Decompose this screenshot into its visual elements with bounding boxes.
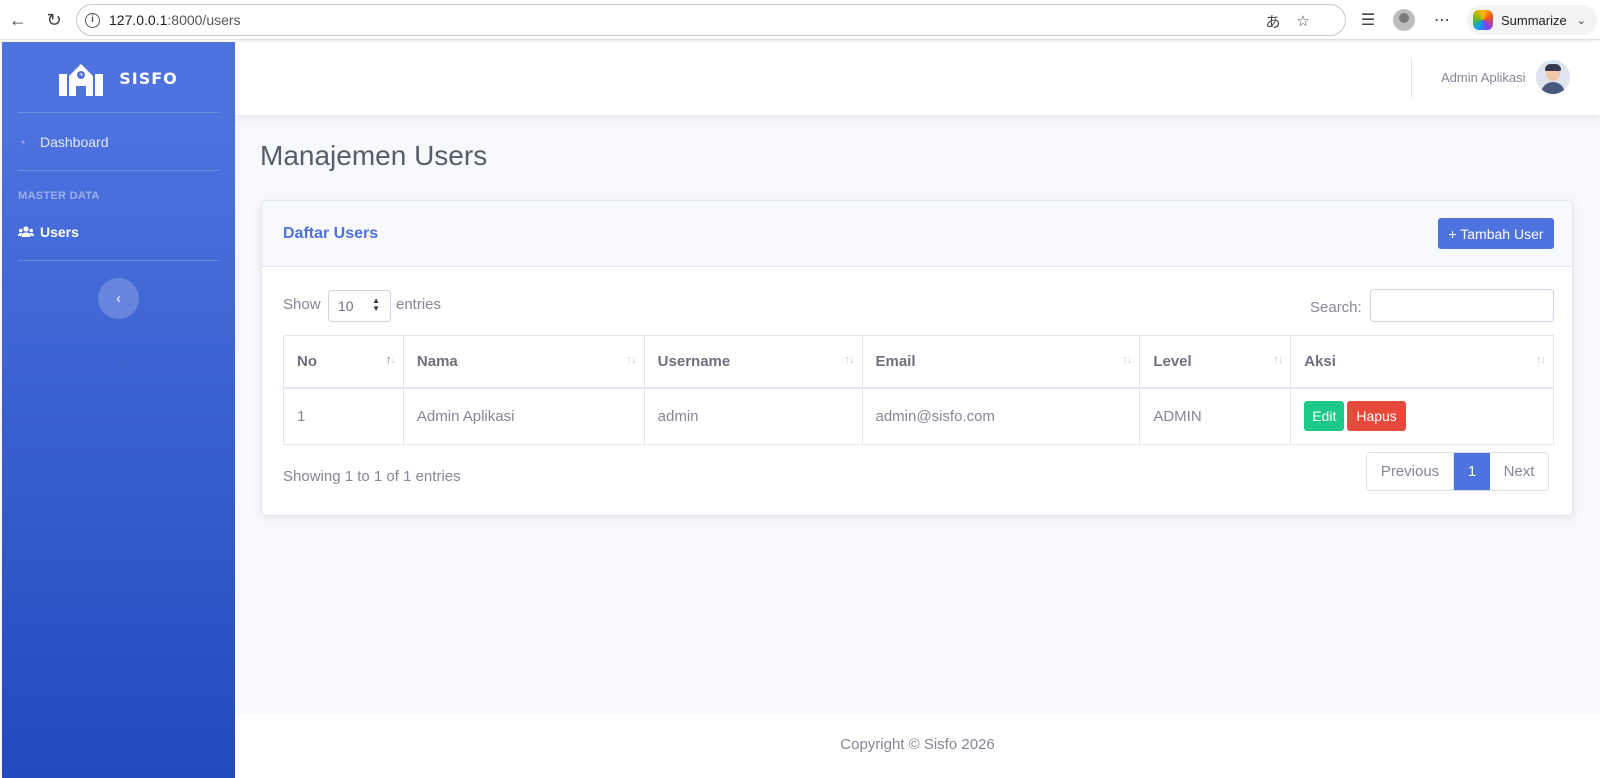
school-building-icon — [59, 63, 104, 96]
sidebar-divider — [18, 112, 219, 113]
entries-length-select[interactable]: 10 ▲ ▼ — [328, 290, 391, 322]
entries-label: entries — [396, 296, 442, 313]
sort-icon: ↑↓ — [1122, 354, 1132, 366]
users-icon — [18, 226, 34, 237]
chevron-down-icon[interactable]: ⌄ — [1577, 14, 1586, 27]
sidebar-divider — [18, 260, 219, 261]
sidebar-brand[interactable]: SISFO — [2, 42, 235, 115]
cell-nama: Admin Aplikasi — [402, 387, 645, 445]
reload-icon[interactable]: ↻ — [42, 8, 66, 32]
favorite-star-icon[interactable]: ☆ — [1293, 11, 1313, 31]
url-host: 127.0.0.1 — [109, 12, 168, 28]
profile-icon[interactable] — [1393, 9, 1415, 31]
sidebar-item-users[interactable]: Users — [18, 224, 79, 240]
browser-toolbar: ← ↻ i 127.0.0.1:8000/users あ ☆ ☰ ⋯ Summa… — [0, 0, 1600, 40]
sort-icon: ↑↓ — [844, 354, 855, 366]
sidebar-item-label: Dashboard — [40, 134, 109, 150]
translate-icon[interactable]: あ — [1263, 11, 1283, 31]
add-user-button[interactable]: + Tambah User — [1438, 218, 1554, 249]
favorites-list-icon[interactable]: ☰ — [1356, 8, 1380, 32]
pagination: Previous 1 Next — [1366, 452, 1549, 491]
card-title: Daftar Users — [283, 225, 379, 242]
back-icon[interactable]: ← — [6, 8, 30, 32]
entries-length-value: 10 — [338, 298, 354, 314]
copyright-text: Copyright © Sisfo 2026 — [840, 736, 995, 753]
column-header-aksi[interactable]: Aksi ↑↓ — [1290, 335, 1554, 389]
cell-actions: Edit Hapus — [1290, 387, 1554, 445]
chevron-left-icon: ‹ — [116, 290, 121, 307]
more-options-icon[interactable]: ⋯ — [1430, 8, 1454, 32]
topbar: Admin Aplikasi — [235, 42, 1600, 115]
address-bar[interactable]: i 127.0.0.1:8000/users あ ☆ — [76, 4, 1346, 36]
column-header-label: Aksi — [1304, 352, 1336, 370]
column-header-label: Email — [875, 352, 916, 370]
avatar-body — [1541, 82, 1565, 94]
sidebar-heading: MASTER DATA — [18, 190, 100, 202]
column-header-email[interactable]: Email ↑↓ — [861, 335, 1141, 389]
page-title: Manajemen Users — [260, 140, 488, 171]
column-header-level[interactable]: Level ↑↓ — [1139, 335, 1292, 389]
avatar-hair — [1545, 64, 1561, 71]
card-header: Daftar Users + Tambah User — [262, 201, 1572, 267]
column-header-label: No — [297, 352, 317, 370]
cell-username: admin — [643, 387, 863, 445]
select-arrows-icon: ▲ ▼ — [372, 296, 380, 313]
sort-asc-icon: ↑↓ — [385, 354, 396, 366]
sidebar-item-label: Users — [40, 224, 79, 240]
column-header-nama[interactable]: Nama ↑↓ — [402, 335, 645, 389]
users-table: No ↑↓ Nama ↑↓ Username ↑↓ Email ↑↓ Level ↑↓ A… — [283, 335, 1554, 445]
sidebar-item-dashboard[interactable]: ◔ Dashboard — [18, 134, 109, 150]
search-input[interactable] — [1370, 289, 1554, 322]
summarize-button[interactable]: Summarize ⌄ — [1467, 5, 1597, 35]
delete-button[interactable]: Hapus — [1347, 401, 1406, 432]
table-info: Showing 1 to 1 of 1 entries — [283, 468, 461, 485]
page-1-button[interactable]: 1 — [1454, 453, 1490, 490]
sidebar: SISFO ◔ Dashboard MASTER DATA Users ‹ — [2, 42, 235, 778]
sort-icon: ↑↓ — [1536, 354, 1546, 366]
table-row: 1 Admin Aplikasi admin admin@sisfo.com A… — [283, 387, 1554, 445]
sidebar-divider — [18, 170, 219, 171]
cell-email: admin@sisfo.com — [861, 387, 1141, 445]
url-text[interactable]: 127.0.0.1:8000/users — [109, 12, 241, 28]
column-header-no[interactable]: No ↑↓ — [283, 335, 404, 389]
sort-icon: ↑↓ — [1273, 354, 1283, 366]
avatar[interactable] — [1536, 60, 1570, 94]
topbar-user-name[interactable]: Admin Aplikasi — [1441, 70, 1526, 85]
copilot-icon — [1473, 10, 1493, 30]
users-card: Daftar Users + Tambah User Show 10 ▲ ▼ en… — [261, 200, 1573, 516]
url-path: :8000/users — [167, 12, 241, 28]
cell-level: ADMIN — [1139, 387, 1292, 445]
topbar-divider — [1411, 58, 1412, 98]
column-header-username[interactable]: Username ↑↓ — [643, 335, 863, 389]
cell-no: 1 — [283, 387, 404, 445]
tachometer-icon: ◔ — [18, 134, 26, 150]
site-info-icon[interactable]: i — [85, 13, 100, 28]
sort-icon: ↑↓ — [626, 354, 637, 366]
table-header-row: No ↑↓ Nama ↑↓ Username ↑↓ Email ↑↓ Level ↑↓ A… — [283, 335, 1554, 389]
search-label: Search: — [1310, 299, 1362, 316]
column-header-label: Nama — [416, 352, 458, 370]
sidebar-toggle-button[interactable]: ‹ — [98, 278, 139, 319]
column-header-label: Username — [657, 352, 731, 370]
show-label: Show — [283, 296, 321, 313]
footer: Copyright © Sisfo 2026 — [235, 714, 1600, 778]
brand-name: SISFO — [119, 69, 178, 88]
previous-page-button[interactable]: Previous — [1367, 453, 1454, 490]
next-page-button[interactable]: Next — [1490, 453, 1548, 490]
column-header-label: Level — [1153, 352, 1192, 370]
edit-button[interactable]: Edit — [1304, 401, 1345, 432]
summarize-label: Summarize — [1501, 12, 1567, 28]
